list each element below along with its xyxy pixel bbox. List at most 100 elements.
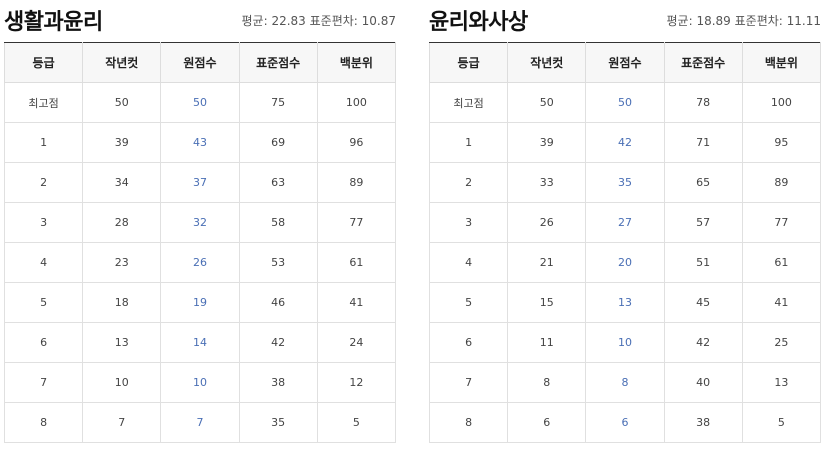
last-year-cut-cell: 33 xyxy=(507,162,587,203)
grade-cell: 3 xyxy=(3,202,84,243)
column-header: 등급 xyxy=(428,42,509,83)
panel-header: 생활과윤리 평균: 22.83 표준편차: 10.87 xyxy=(4,0,396,42)
percentile-cell: 13 xyxy=(741,362,822,403)
score-statistics: 평균: 22.83 표준편차: 10.87 xyxy=(241,14,396,28)
raw-score-cell: 50 xyxy=(160,82,240,123)
table-row: 3 28 32 58 77 xyxy=(3,202,397,243)
percentile-cell: 100 xyxy=(741,82,822,123)
table-row: 7 10 10 38 12 xyxy=(3,362,397,403)
last-year-cut-cell: 50 xyxy=(82,82,162,123)
percentile-cell: 5 xyxy=(316,402,397,443)
percentile-cell: 41 xyxy=(741,282,822,323)
standard-score-cell: 42 xyxy=(238,322,318,363)
raw-score-cell: 37 xyxy=(160,162,240,203)
last-year-cut-cell: 15 xyxy=(507,282,587,323)
grade-cell: 최고점 xyxy=(3,82,84,123)
standard-score-cell: 42 xyxy=(663,322,743,363)
percentile-cell: 5 xyxy=(741,402,822,443)
raw-score-cell: 10 xyxy=(585,322,665,363)
raw-score-cell: 10 xyxy=(160,362,240,403)
table-row: 2 34 37 63 89 xyxy=(3,162,397,203)
raw-score-cell: 50 xyxy=(585,82,665,123)
last-year-cut-cell: 26 xyxy=(507,202,587,243)
last-year-cut-cell: 10 xyxy=(82,362,162,403)
raw-score-cell: 20 xyxy=(585,242,665,283)
last-year-cut-cell: 28 xyxy=(82,202,162,243)
percentile-cell: 95 xyxy=(741,122,822,163)
panel-header: 윤리와사상 평균: 18.89 표준편차: 11.11 xyxy=(429,0,821,42)
percentile-cell: 41 xyxy=(316,282,397,323)
percentile-cell: 61 xyxy=(316,242,397,283)
percentile-cell: 61 xyxy=(741,242,822,283)
standard-score-cell: 75 xyxy=(238,82,318,123)
raw-score-cell: 14 xyxy=(160,322,240,363)
score-table-panel: 생활과윤리 평균: 22.83 표준편차: 10.87 등급 작년컷 원점수 표준점수… xyxy=(3,0,397,443)
table-row: 1 39 42 71 95 xyxy=(428,122,822,163)
standard-score-cell: 58 xyxy=(238,202,318,243)
raw-score-cell: 6 xyxy=(585,402,665,443)
table-header-row: 등급 작년컷 원점수 표준점수 백분위 xyxy=(428,42,822,83)
percentile-cell: 89 xyxy=(741,162,822,203)
grade-cell: 2 xyxy=(428,162,509,203)
table-row: 5 15 13 45 41 xyxy=(428,282,822,323)
grade-cell: 최고점 xyxy=(428,82,509,123)
table-row: 6 13 14 42 24 xyxy=(3,322,397,363)
standard-score-cell: 69 xyxy=(238,122,318,163)
grade-cell: 1 xyxy=(3,122,84,163)
percentile-cell: 12 xyxy=(316,362,397,403)
percentile-cell: 24 xyxy=(316,322,397,363)
last-year-cut-cell: 18 xyxy=(82,282,162,323)
table-row: 8 7 7 35 5 xyxy=(3,402,397,443)
last-year-cut-cell: 7 xyxy=(82,402,162,443)
table-row: 8 6 6 38 5 xyxy=(428,402,822,443)
grade-cell: 4 xyxy=(428,242,509,283)
grade-cell: 6 xyxy=(3,322,84,363)
table-row: 5 18 19 46 41 xyxy=(3,282,397,323)
column-header: 백분위 xyxy=(316,42,397,83)
last-year-cut-cell: 39 xyxy=(82,122,162,163)
grade-cut-table: 등급 작년컷 원점수 표준점수 백분위 최고점 50 50 78 100 1 39 42 71 95 2 33… xyxy=(428,42,822,443)
table-row: 1 39 43 69 96 xyxy=(3,122,397,163)
standard-score-cell: 46 xyxy=(238,282,318,323)
standard-score-cell: 53 xyxy=(238,242,318,283)
table-row: 최고점 50 50 75 100 xyxy=(3,82,397,123)
column-header: 원점수 xyxy=(160,42,240,83)
grade-cell: 6 xyxy=(428,322,509,363)
score-table-panel: 윤리와사상 평균: 18.89 표준편차: 11.11 등급 작년컷 원점수 표준점수… xyxy=(428,0,822,443)
grade-cell: 5 xyxy=(428,282,509,323)
column-header: 등급 xyxy=(3,42,84,83)
subject-title: 생활과윤리 xyxy=(4,10,103,35)
last-year-cut-cell: 34 xyxy=(82,162,162,203)
column-header: 원점수 xyxy=(585,42,665,83)
raw-score-cell: 13 xyxy=(585,282,665,323)
table-row: 최고점 50 50 78 100 xyxy=(428,82,822,123)
standard-score-cell: 63 xyxy=(238,162,318,203)
grade-cell: 1 xyxy=(428,122,509,163)
last-year-cut-cell: 11 xyxy=(507,322,587,363)
grade-cut-table: 등급 작년컷 원점수 표준점수 백분위 최고점 50 50 75 100 1 39 43 69 96 2 34… xyxy=(3,42,397,443)
percentile-cell: 89 xyxy=(316,162,397,203)
percentile-cell: 96 xyxy=(316,122,397,163)
table-row: 4 21 20 51 61 xyxy=(428,242,822,283)
raw-score-cell: 19 xyxy=(160,282,240,323)
grade-cell: 8 xyxy=(428,402,509,443)
grade-cell: 7 xyxy=(428,362,509,403)
raw-score-cell: 43 xyxy=(160,122,240,163)
standard-score-cell: 71 xyxy=(663,122,743,163)
standard-score-cell: 38 xyxy=(238,362,318,403)
table-row: 4 23 26 53 61 xyxy=(3,242,397,283)
standard-score-cell: 38 xyxy=(663,402,743,443)
grade-cell: 4 xyxy=(3,242,84,283)
standard-score-cell: 65 xyxy=(663,162,743,203)
raw-score-cell: 42 xyxy=(585,122,665,163)
raw-score-cell: 8 xyxy=(585,362,665,403)
subject-title: 윤리와사상 xyxy=(429,10,528,35)
column-header: 작년컷 xyxy=(507,42,587,83)
score-statistics: 평균: 18.89 표준편차: 11.11 xyxy=(666,14,821,28)
percentile-cell: 25 xyxy=(741,322,822,363)
grade-cell: 5 xyxy=(3,282,84,323)
raw-score-cell: 32 xyxy=(160,202,240,243)
standard-score-cell: 45 xyxy=(663,282,743,323)
grade-cell: 2 xyxy=(3,162,84,203)
last-year-cut-cell: 21 xyxy=(507,242,587,283)
